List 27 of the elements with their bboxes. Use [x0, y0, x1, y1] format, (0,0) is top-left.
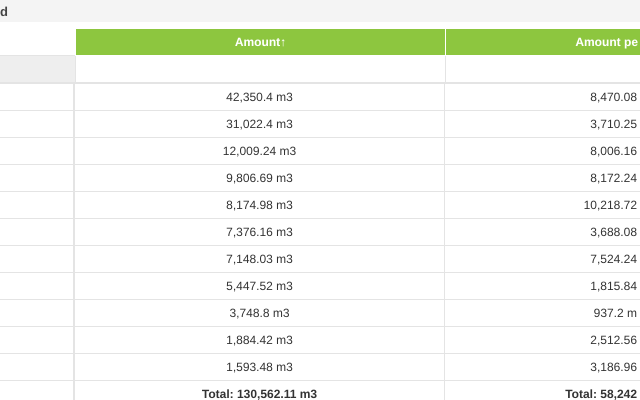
- table-cell: 2,512.56: [445, 327, 640, 354]
- table-cell: 3,688.08: [445, 219, 640, 246]
- table-cell: 1,815.84: [445, 273, 640, 300]
- table-cell: 8,174.98 m3: [75, 192, 445, 219]
- table-cell: 10,218.72: [445, 192, 640, 219]
- table-cell: 3,186.96: [445, 354, 640, 381]
- table-cell: 8,006.16: [445, 138, 640, 165]
- table-cell: 8,172.24: [445, 165, 640, 192]
- table-cell: 3,710.25: [445, 111, 640, 138]
- column-header[interactable]: Amount↑: [75, 29, 445, 55]
- table-cell: 7,148.03 m3: [75, 246, 445, 273]
- column-header[interactable]: Amount pe: [445, 29, 640, 55]
- table-cell: 8,470.08: [445, 84, 640, 111]
- table-cell: 9,806.69 m3: [75, 165, 445, 192]
- total-cell: Total: 130,562.11 m3: [75, 381, 445, 400]
- table-cell: 7,524.24: [445, 246, 640, 273]
- table-cell: 12,009.24 m3: [75, 138, 445, 165]
- table-cell: 1,884.42 m3: [75, 327, 445, 354]
- table-cell: 31,022.4 m3: [75, 111, 445, 138]
- panel-title: d: [0, 4, 8, 18]
- table-cell: 3,748.8 m3: [75, 300, 445, 327]
- table-cell: 937.2 m: [445, 300, 640, 327]
- total-cell: Total: 58,242: [445, 381, 640, 400]
- table-cell: 42,350.4 m3: [75, 84, 445, 111]
- table-cell: 5,447.52 m3: [75, 273, 445, 300]
- table-cell: 1,593.48 m3: [75, 354, 445, 381]
- table-cell: 7,376.16 m3: [75, 219, 445, 246]
